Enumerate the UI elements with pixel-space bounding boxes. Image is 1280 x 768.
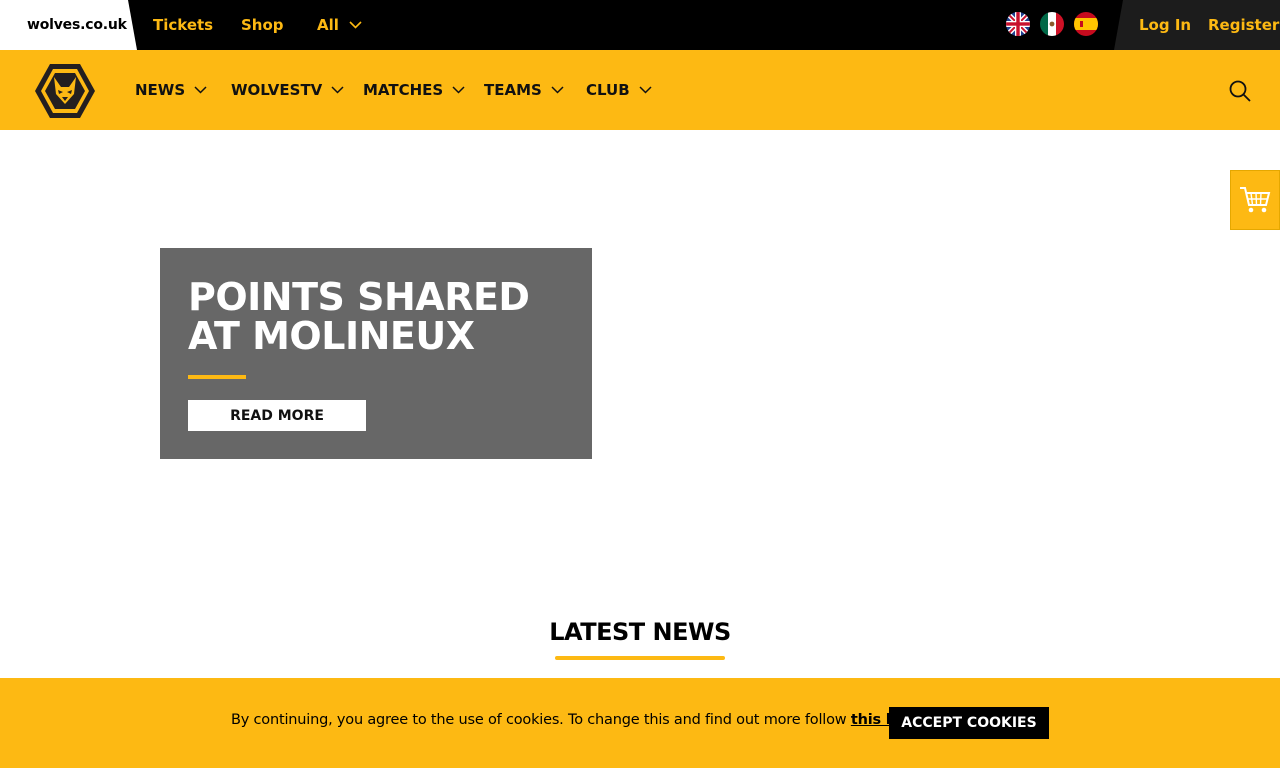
nav-wolvestv-label: WOLVESTV (231, 81, 323, 99)
nav-matches[interactable]: MATCHES (363, 50, 465, 130)
shopping-cart-button[interactable] (1230, 170, 1280, 230)
shop-link[interactable]: Shop (241, 0, 284, 50)
chevron-down-icon (331, 86, 344, 94)
tickets-link[interactable]: Tickets (153, 0, 213, 50)
spain-flag-icon[interactable] (1074, 12, 1098, 36)
nav-teams[interactable]: TEAMS (484, 50, 564, 130)
chevron-down-icon (194, 86, 207, 94)
shopping-cart-icon (1240, 187, 1271, 213)
wolves-crest-icon[interactable] (34, 63, 96, 119)
nav-matches-label: MATCHES (363, 81, 444, 99)
nav-club[interactable]: CLUB (586, 50, 652, 130)
nav-news-label: NEWS (135, 81, 186, 99)
nav-teams-label: TEAMS (484, 81, 542, 99)
chevron-down-icon (349, 21, 362, 29)
login-label: Log In (1139, 16, 1192, 34)
register-link[interactable]: Register (1208, 0, 1279, 50)
hero-card: POINTS SHARED AT MOLINEUX READ MORE (160, 248, 592, 459)
all-label: All (317, 16, 339, 34)
top-utility-bar: wolves.co.uk Tickets Shop All Log In Reg… (0, 0, 1280, 50)
chevron-down-icon (639, 86, 652, 94)
site-home-tab[interactable]: wolves.co.uk (0, 0, 137, 50)
hero-divider (188, 375, 246, 379)
cookie-message: By continuing, you agree to the use of c… (231, 712, 915, 728)
accept-cookies-button[interactable]: ACCEPT COOKIES (889, 707, 1049, 739)
language-flags (1006, 12, 1098, 36)
cookie-message-text: By continuing, you agree to the use of c… (231, 712, 851, 728)
latest-news-underline (555, 656, 725, 660)
all-dropdown[interactable]: All (317, 0, 362, 50)
hero-title: POINTS SHARED AT MOLINEUX (188, 275, 530, 358)
latest-news-heading: LATEST NEWS (549, 618, 731, 646)
mexico-flag-icon[interactable] (1040, 12, 1064, 36)
nav-wolvestv[interactable]: WOLVESTV (231, 50, 344, 130)
login-link[interactable]: Log In (1139, 0, 1191, 50)
search-icon[interactable] (1228, 79, 1252, 103)
register-label: Register (1208, 16, 1280, 34)
chevron-down-icon (452, 86, 465, 94)
nav-news[interactable]: NEWS (135, 50, 207, 130)
cookie-banner: By continuing, you agree to the use of c… (0, 678, 1280, 768)
uk-flag-icon[interactable] (1006, 12, 1030, 36)
read-more-button[interactable]: READ MORE (188, 400, 366, 431)
tickets-label: Tickets (153, 16, 214, 34)
shop-label: Shop (241, 16, 284, 34)
site-home-label: wolves.co.uk (27, 17, 127, 33)
nav-club-label: CLUB (586, 81, 630, 99)
main-navigation: NEWS WOLVESTV MATCHES TEAMS CLUB (0, 50, 1280, 130)
chevron-down-icon (551, 86, 564, 94)
